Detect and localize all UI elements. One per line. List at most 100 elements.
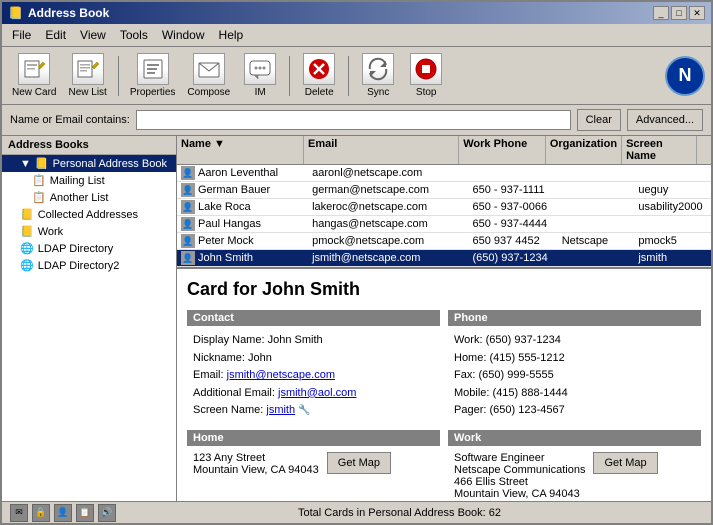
contact-table: Name ▼ Email Work Phone Organization Scr…	[177, 136, 711, 268]
table-row[interactable]: 👤 German Bauer german@netscape.com 650 -…	[177, 182, 711, 199]
status-text: Total Cards in Personal Address Book: 62	[298, 507, 501, 519]
work-section: Work Software Engineer Netscape Communic…	[448, 430, 701, 501]
row-contact-icon: 👤	[181, 200, 195, 214]
contact-screen-name-link[interactable]: jsmith	[266, 404, 295, 416]
sidebar-item-personal[interactable]: ▼ 📒 Personal Address Book	[2, 155, 176, 172]
menu-file[interactable]: File	[6, 26, 37, 44]
toolbar: New Card New List Properties Compose IM	[2, 47, 711, 105]
mailing-list-label: Mailing List	[50, 175, 105, 187]
col-name[interactable]: Name ▼	[177, 136, 304, 164]
delete-icon	[303, 53, 335, 85]
maximize-button[interactable]: □	[671, 6, 687, 20]
sync-button[interactable]: Sync	[356, 51, 400, 100]
personal-ab-icon: 📒	[35, 157, 49, 170]
titlebar-left: 📒 Address Book	[8, 6, 109, 20]
sidebar-item-collected[interactable]: 📒 Collected Addresses	[2, 206, 176, 223]
sidebar-item-work[interactable]: 📒 Work	[2, 223, 176, 240]
stop-button[interactable]: Stop	[404, 51, 448, 100]
properties-button[interactable]: Properties	[126, 51, 180, 100]
new-list-label: New List	[68, 87, 106, 98]
minimize-button[interactable]: _	[653, 6, 669, 20]
delete-button[interactable]: Delete	[297, 51, 341, 100]
advanced-button[interactable]: Advanced...	[627, 109, 703, 131]
work-address: 466 Ellis Street	[454, 476, 585, 488]
col-org[interactable]: Organization	[546, 136, 622, 164]
contact-header: Contact	[187, 310, 440, 326]
toolbar-separator-2	[289, 56, 290, 96]
another-list-label: Another List	[50, 192, 109, 204]
row-contact-icon: 👤	[181, 183, 195, 197]
work-icon: 📒	[20, 225, 34, 238]
work-get-map-button[interactable]: Get Map	[593, 452, 657, 474]
contact-email: Email: jsmith@netscape.com	[193, 367, 434, 385]
col-workphone[interactable]: Work Phone	[459, 136, 546, 164]
table-row[interactable]: 👤 Aaron Leventhal aaronl@netscape.com	[177, 165, 711, 182]
im-button[interactable]: IM	[238, 51, 282, 100]
main-content: Address Books ▼ 📒 Personal Address Book …	[2, 136, 711, 501]
app-icon: 📒	[8, 6, 23, 20]
row-contact-icon: 👤	[181, 166, 195, 180]
sidebar: Address Books ▼ 📒 Personal Address Book …	[2, 136, 177, 501]
mailing-list-icon: 📋	[32, 174, 46, 187]
toolbar-separator-1	[118, 56, 119, 96]
col-screen[interactable]: Screen Name	[622, 136, 696, 164]
contact-additional-email-link[interactable]: jsmith@aol.com	[278, 387, 356, 399]
row-contact-icon: 👤	[181, 234, 195, 248]
collected-icon: 📒	[20, 208, 34, 221]
ldap1-label: LDAP Directory	[38, 243, 114, 255]
menu-help[interactable]: Help	[213, 26, 250, 44]
menu-edit[interactable]: Edit	[39, 26, 72, 44]
ldap2-icon: 🌐	[20, 259, 34, 272]
work-address-block: Software Engineer Netscape Communication…	[454, 452, 585, 501]
sidebar-item-ldap1[interactable]: 🌐 LDAP Directory	[2, 240, 176, 257]
address-book-window: 📒 Address Book _ □ ✕ File Edit View Tool…	[0, 0, 713, 525]
properties-label: Properties	[130, 87, 176, 98]
work-label: Work	[38, 226, 63, 238]
new-list-icon	[72, 53, 104, 85]
im-label: IM	[255, 87, 266, 98]
menubar: File Edit View Tools Window Help	[2, 24, 711, 47]
table-row[interactable]: 👤 Paul Hangas hangas@netscape.com 650 - …	[177, 216, 711, 233]
clear-button[interactable]: Clear	[577, 109, 621, 131]
status-icons: ✉ 🔒 👤 📋 🔊	[10, 504, 116, 522]
new-card-button[interactable]: New Card	[8, 51, 60, 100]
compose-button[interactable]: Compose	[183, 51, 234, 100]
status-icon-5: 🔊	[98, 504, 116, 522]
phone-fax: Fax: (650) 999-5555	[454, 367, 695, 385]
table-row[interactable]: 👤 Peter Mock pmock@netscape.com 650 937 …	[177, 233, 711, 250]
delete-label: Delete	[305, 87, 334, 98]
home-section: Home 123 Any Street Mountain View, CA 94…	[187, 430, 440, 501]
contact-email-link[interactable]: jsmith@netscape.com	[227, 369, 335, 381]
home-get-map-button[interactable]: Get Map	[327, 452, 391, 474]
search-input[interactable]	[136, 110, 571, 130]
contact-additional-email: Additional Email: jsmith@aol.com	[193, 385, 434, 403]
table-row[interactable]: 👤 John Smith jsmith@netscape.com (650) 9…	[177, 250, 711, 267]
work-header: Work	[448, 430, 701, 446]
menu-view[interactable]: View	[74, 26, 112, 44]
col-email[interactable]: Email	[304, 136, 459, 164]
statusbar: ✉ 🔒 👤 📋 🔊 Total Cards in Personal Addres…	[2, 501, 711, 523]
titlebar: 📒 Address Book _ □ ✕	[2, 2, 711, 24]
col-extra	[697, 136, 711, 164]
new-list-button[interactable]: New List	[64, 51, 110, 100]
im-icon	[244, 53, 276, 85]
contact-screen-name: Screen Name: jsmith 🔧	[193, 402, 434, 420]
home-city-state: Mountain View, CA 94043	[193, 464, 319, 476]
titlebar-controls: _ □ ✕	[653, 6, 705, 20]
menu-window[interactable]: Window	[156, 26, 211, 44]
menu-tools[interactable]: Tools	[114, 26, 154, 44]
home-body: 123 Any Street Mountain View, CA 94043 G…	[187, 450, 440, 478]
phone-pager: Pager: (650) 123-4567	[454, 402, 695, 420]
sidebar-item-another-list[interactable]: 📋 Another List	[2, 189, 176, 206]
sidebar-item-ldap2[interactable]: 🌐 LDAP Directory2	[2, 257, 176, 274]
phone-home: Home: (415) 555-1212	[454, 350, 695, 368]
phone-body: Work: (650) 937-1234 Home: (415) 555-121…	[448, 330, 701, 422]
status-icon-4: 📋	[76, 504, 94, 522]
table-rows: 👤 Aaron Leventhal aaronl@netscape.com 👤 …	[177, 165, 711, 267]
window-title: Address Book	[28, 6, 109, 20]
phone-work: Work: (650) 937-1234	[454, 332, 695, 350]
sidebar-item-mailing-list[interactable]: 📋 Mailing List	[2, 172, 176, 189]
close-button[interactable]: ✕	[689, 6, 705, 20]
work-city-state: Mountain View, CA 94043	[454, 488, 585, 500]
table-row[interactable]: 👤 Lake Roca lakeroc@netscape.com 650 - 9…	[177, 199, 711, 216]
